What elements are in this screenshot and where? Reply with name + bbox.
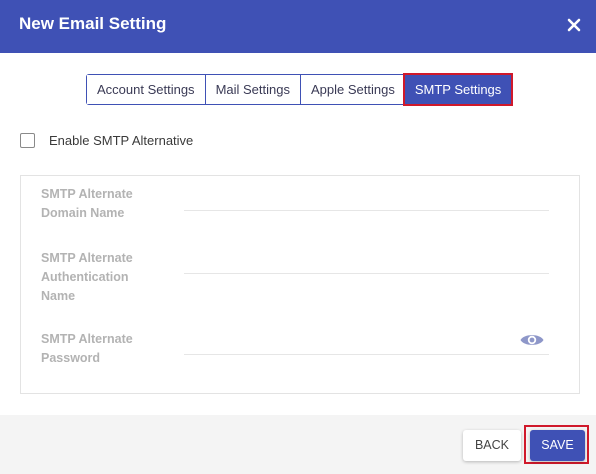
password-label-line2: Password bbox=[41, 351, 101, 365]
close-button[interactable] bbox=[563, 14, 585, 36]
email-setting-dialog: New Email Setting Account Settings Mail … bbox=[0, 0, 596, 474]
save-button[interactable]: SAVE bbox=[530, 430, 585, 461]
password-underline bbox=[184, 354, 549, 355]
tab-apple-settings[interactable]: Apple Settings bbox=[300, 75, 405, 104]
settings-tabs: Account Settings Mail Settings Apple Set… bbox=[86, 73, 514, 106]
authentication-name-label-line3: Name bbox=[41, 289, 76, 303]
authentication-name-label: SMTP Alternate Authentication Name bbox=[41, 249, 161, 306]
back-button[interactable]: BACK bbox=[463, 430, 521, 461]
authentication-name-label-line1: SMTP Alternate bbox=[41, 251, 133, 265]
enable-smtp-alternative-label: Enable SMTP Alternative bbox=[49, 132, 194, 148]
domain-name-label: SMTP Alternate Domain Name bbox=[41, 185, 161, 223]
password-input[interactable] bbox=[184, 330, 514, 354]
enable-smtp-alternative-checkbox[interactable] bbox=[20, 132, 35, 148]
dialog-header: New Email Setting bbox=[0, 0, 596, 53]
tab-smtp-settings[interactable]: SMTP Settings bbox=[402, 73, 514, 106]
domain-name-input[interactable] bbox=[184, 186, 549, 210]
domain-name-label-line2: Domain Name bbox=[41, 206, 125, 220]
authentication-name-label-line2: Authentication bbox=[41, 270, 129, 284]
enable-smtp-alternative-row: Enable SMTP Alternative bbox=[20, 131, 193, 149]
tab-account-settings[interactable]: Account Settings bbox=[87, 75, 206, 104]
domain-name-underline bbox=[184, 210, 549, 211]
password-label-line1: SMTP Alternate bbox=[41, 332, 133, 346]
tab-mail-settings[interactable]: Mail Settings bbox=[205, 75, 301, 104]
smtp-alternate-fields: SMTP Alternate Domain Name SMTP Alternat… bbox=[20, 175, 580, 394]
authentication-name-input[interactable] bbox=[184, 249, 549, 273]
password-label: SMTP Alternate Password bbox=[41, 330, 161, 368]
dialog-title: New Email Setting bbox=[19, 14, 167, 33]
close-icon bbox=[567, 18, 581, 32]
authentication-name-underline bbox=[184, 273, 549, 274]
dialog-footer: BACK SAVE bbox=[0, 415, 596, 474]
domain-name-label-line1: SMTP Alternate bbox=[41, 187, 133, 201]
eye-icon[interactable] bbox=[519, 331, 545, 349]
